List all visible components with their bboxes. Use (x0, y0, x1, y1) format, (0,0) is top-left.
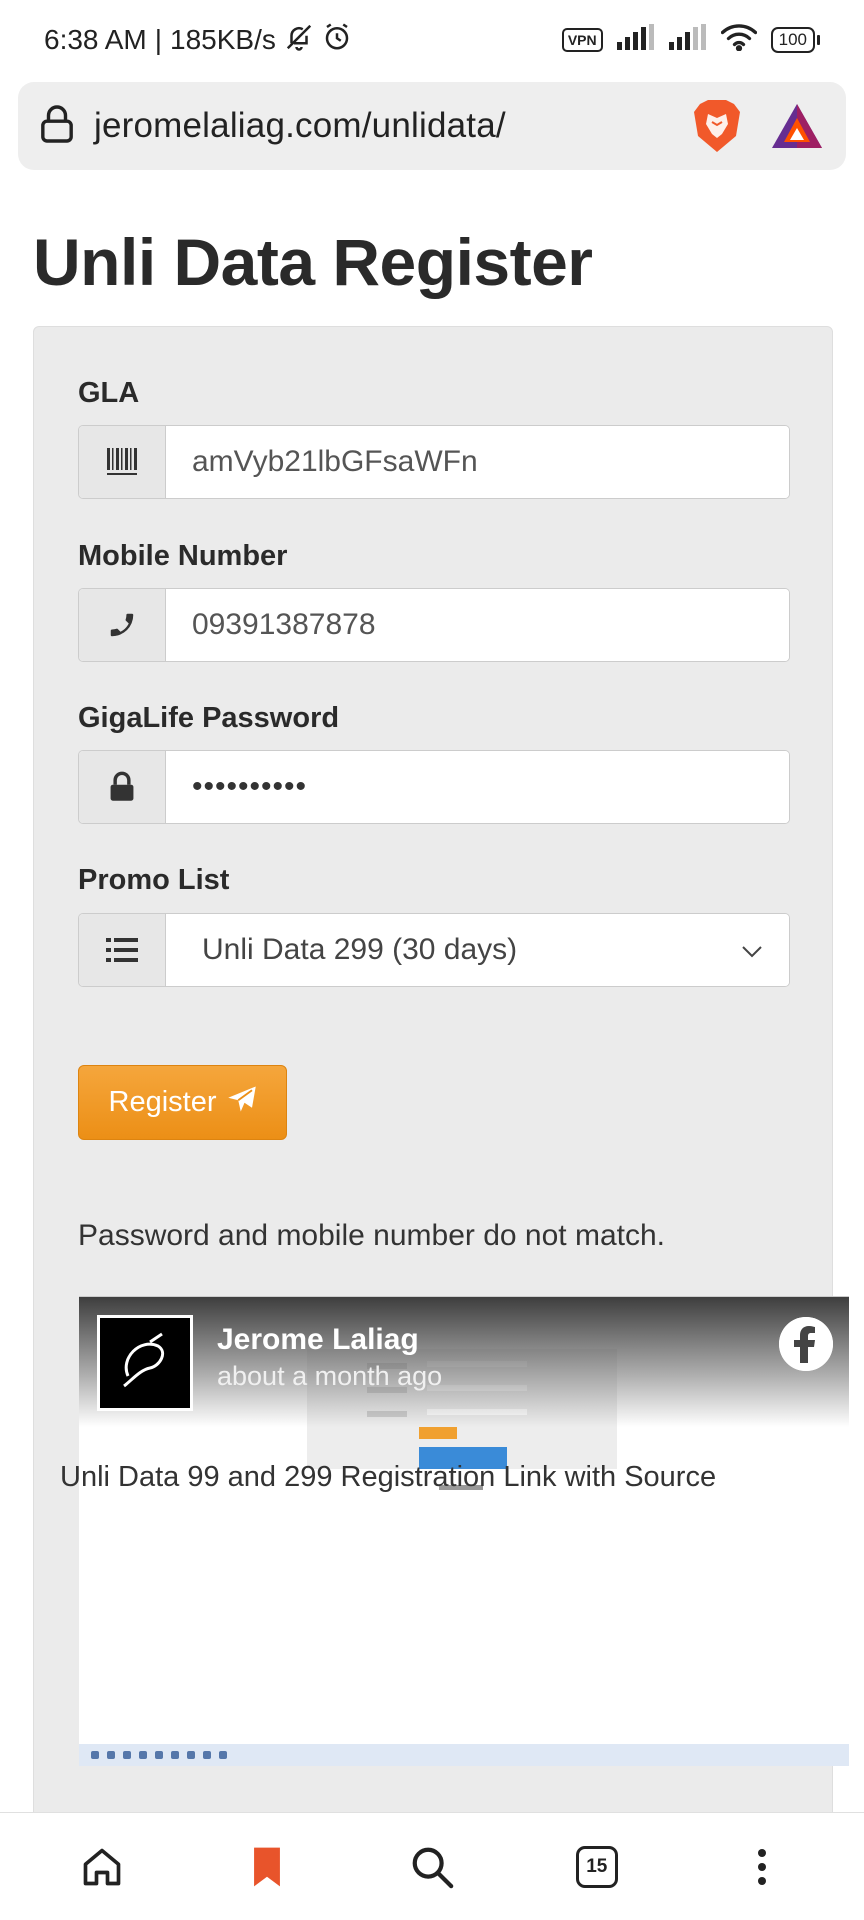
battery-icon: 100 (770, 27, 820, 53)
bottom-nav: 15 (0, 1812, 864, 1920)
address-bar[interactable]: jeromelaliag.com/unlidata/ (18, 82, 846, 170)
register-label: Register (108, 1086, 217, 1118)
promo-selected-value: Unli Data 299 (30 days) (202, 933, 518, 966)
list-icon (79, 914, 166, 986)
facebook-icon[interactable] (779, 1317, 833, 1371)
register-button[interactable]: Register (78, 1065, 287, 1140)
password-input-group (78, 750, 790, 824)
page-title: Unli Data Register (33, 225, 593, 299)
chevron-down-icon (741, 933, 763, 967)
thumbnail-taskbar (79, 1744, 849, 1766)
tab-count: 15 (575, 1845, 618, 1888)
status-bar: 6:38 AM | 185KB/s VPN 100 (0, 0, 864, 80)
avatar[interactable] (97, 1315, 193, 1411)
thumbnail-button (419, 1427, 457, 1439)
status-right: VPN 100 (561, 23, 820, 58)
lock-icon[interactable] (40, 104, 74, 149)
video-author[interactable]: Jerome Laliag (217, 1323, 419, 1357)
barcode-icon (79, 426, 166, 498)
status-time: 6:38 AM (44, 24, 147, 55)
facebook-video-embed[interactable]: Jerome Laliag about a month ago (79, 1296, 849, 1766)
signal-icon (668, 23, 707, 57)
mobile-label: Mobile Number (78, 540, 288, 572)
bat-rewards-icon[interactable] (770, 102, 824, 150)
bookmark-icon[interactable] (232, 1832, 302, 1902)
battery-level: 100 (770, 27, 815, 53)
embed-header-gradient (79, 1297, 849, 1427)
battery-tip (817, 35, 820, 45)
tabs-icon[interactable]: 15 (562, 1832, 632, 1902)
gla-input-group (78, 425, 790, 499)
status-left: 6:38 AM | 185KB/s (44, 22, 352, 59)
network-speed: 185KB/s (170, 24, 276, 55)
wifi-icon (720, 23, 757, 58)
password-field[interactable] (166, 751, 789, 823)
password-label: GigaLife Password (78, 702, 340, 734)
video-caption[interactable]: Unli Data 99 and 299 Registration Link w… (60, 1461, 716, 1494)
muted-bell-icon (284, 22, 314, 59)
status-separator: | (154, 24, 163, 55)
error-message: Password and mobile number do not match. (78, 1219, 665, 1252)
url-text[interactable]: jeromelaliag.com/unlidata/ (94, 106, 664, 146)
phone-icon (79, 589, 166, 661)
mobile-input-group (78, 588, 790, 662)
mobile-number-field[interactable] (166, 589, 789, 661)
search-icon[interactable] (397, 1832, 467, 1902)
paper-plane-icon (227, 1085, 257, 1121)
more-icon[interactable] (727, 1832, 797, 1902)
vpn-badge: VPN (561, 28, 603, 52)
video-time: about a month ago (217, 1361, 443, 1391)
home-icon[interactable] (67, 1832, 137, 1902)
promo-label: Promo List (78, 864, 230, 896)
alarm-icon (322, 22, 352, 59)
register-form: GLA Mobile Number GigaLife Password Prom… (33, 326, 849, 1920)
promo-select[interactable]: Unli Data 299 (30 days) (166, 914, 789, 986)
brave-lion-icon[interactable] (692, 98, 742, 154)
signal-icon (616, 23, 655, 57)
gla-label: GLA (78, 377, 140, 409)
lock-icon (79, 751, 166, 823)
promo-input-group: Unli Data 299 (30 days) (78, 913, 790, 987)
gla-field[interactable] (166, 426, 789, 498)
